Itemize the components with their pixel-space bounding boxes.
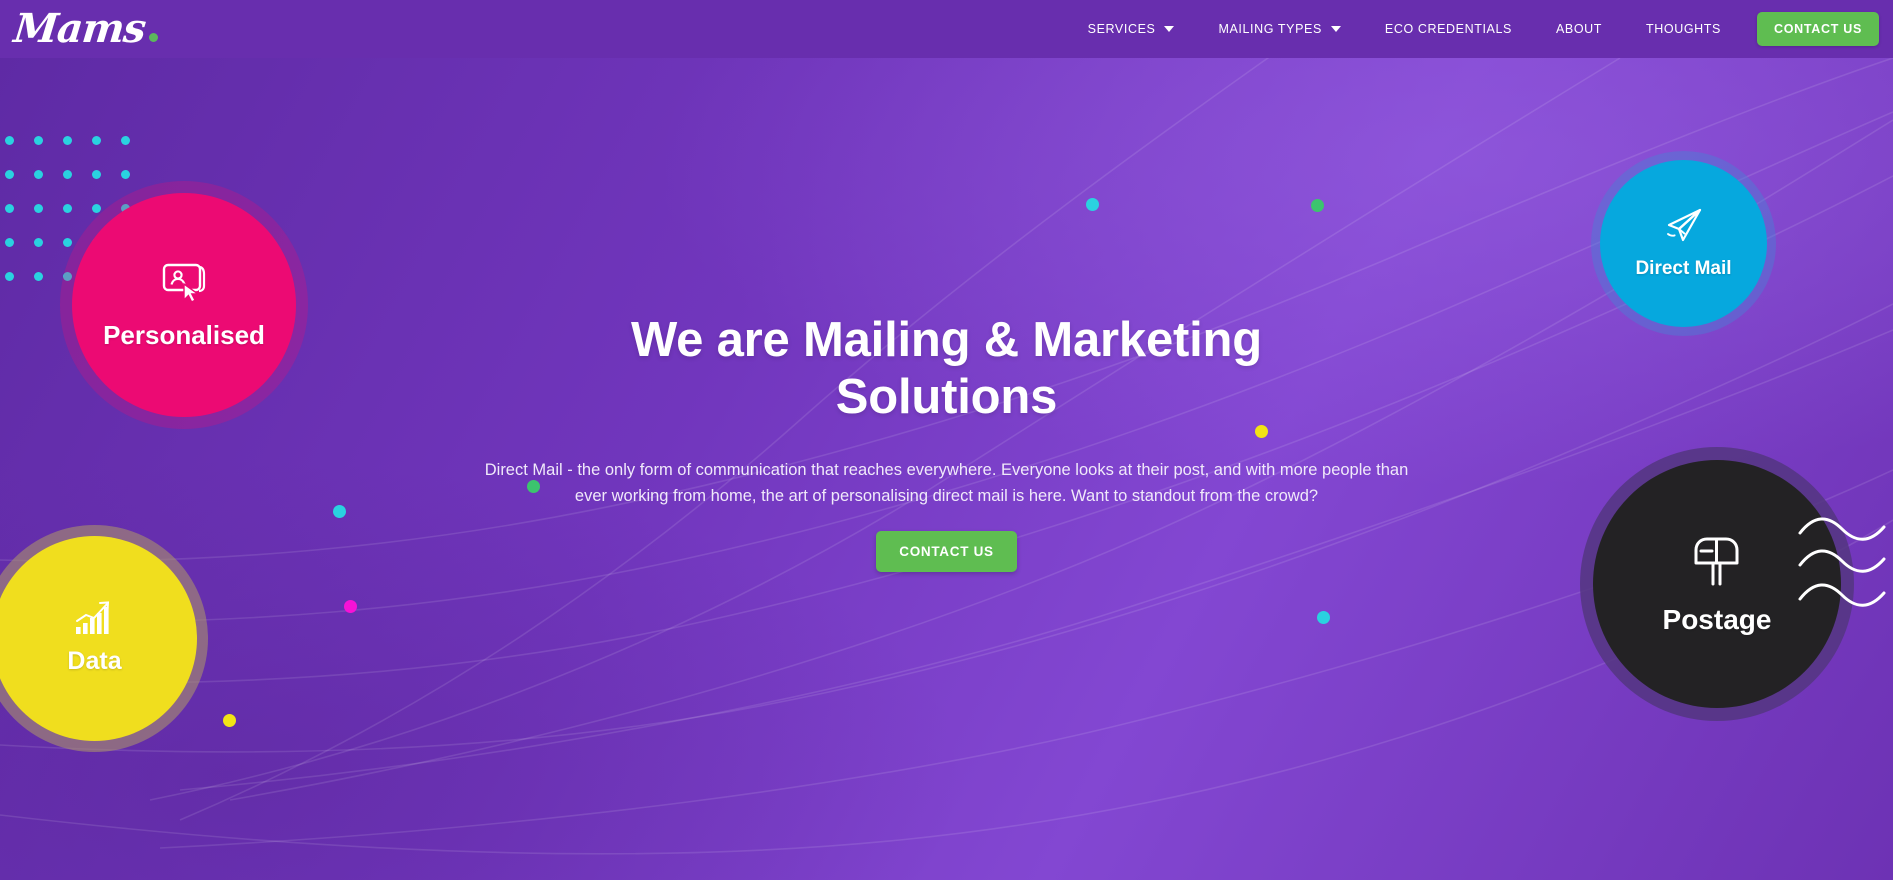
grid-dot [5, 204, 14, 213]
hero-content: We are Mailing & Marketing Solutions Dir… [0, 312, 1893, 572]
grid-dot [5, 136, 14, 145]
header-contact-us-button[interactable]: CONTACT US [1756, 12, 1879, 46]
page-title: We are Mailing & Marketing Solutions [630, 313, 1263, 425]
accent-dot-green-left [1085, 197, 1099, 211]
nav-label-mailing-types: MAILING TYPES [1218, 22, 1322, 36]
grid-dot [63, 272, 72, 281]
grid-dot [5, 272, 14, 281]
nav-label-services: SERVICES [1087, 22, 1156, 36]
grid-dot [34, 204, 43, 213]
chevron-down-icon[interactable] [1330, 26, 1341, 32]
feature-label-data: Data [67, 647, 122, 676]
grid-dot [92, 204, 101, 213]
feature-label-direct-mail: Direct Mail [1635, 258, 1732, 280]
site-logo[interactable]: Mams [11, 5, 159, 52]
site-header: Mams SERVICES MAILING TYPES ECO CREDENTI… [0, 0, 1893, 58]
accent-dot-cyan-right [1316, 611, 1330, 625]
green-dot-icon [149, 33, 159, 42]
grid-dot [63, 204, 72, 213]
grid-dot [34, 170, 43, 179]
hero-paragraph: Direct Mail - the only form of communica… [484, 460, 1409, 505]
logo-wordmark: Mams [11, 5, 148, 52]
grid-dot [34, 238, 43, 247]
grid-dot [92, 170, 101, 179]
grid-dot [63, 136, 72, 145]
nav-item-eco-credentials[interactable]: ECO CREDENTIALS [1363, 22, 1534, 36]
nav-item-thoughts[interactable]: THOUGHTS [1624, 22, 1743, 36]
grid-dot [5, 238, 14, 247]
grid-dot [5, 170, 14, 179]
accent-dot-green-right [1310, 198, 1324, 212]
nav-label-thoughts: THOUGHTS [1646, 22, 1721, 36]
grid-dot [63, 238, 72, 247]
nav-label-about: ABOUT [1555, 22, 1603, 36]
hero-contact-us-button[interactable]: CONTACT US [876, 530, 1017, 572]
hero-page: Mams SERVICES MAILING TYPES ECO CREDENTI… [0, 0, 1893, 880]
main-navigation: SERVICES MAILING TYPES ECO CREDENTIALS A… [1066, 12, 1893, 46]
grid-dot [92, 136, 101, 145]
nav-item-mailing-types[interactable]: MAILING TYPES [1196, 22, 1362, 36]
nav-item-services[interactable]: SERVICES [1066, 22, 1197, 36]
chevron-down-icon[interactable] [1164, 26, 1175, 32]
accent-dot-yellow-bottom [222, 713, 236, 727]
grid-dot [121, 170, 130, 179]
grid-dot [121, 136, 130, 145]
grid-dot [63, 170, 72, 179]
feature-bubble-direct-mail[interactable]: Direct Mail [1600, 160, 1767, 327]
grid-dot [34, 272, 43, 281]
paper-plane-icon [1664, 207, 1704, 250]
personalised-card-cursor-icon [160, 260, 208, 309]
nav-label-eco-credentials: ECO CREDENTIALS [1384, 22, 1512, 36]
feature-label-postage: Postage [1662, 604, 1772, 636]
nav-item-about[interactable]: ABOUT [1534, 22, 1624, 36]
grid-dot [34, 136, 43, 145]
bar-chart-growth-icon [74, 601, 116, 640]
